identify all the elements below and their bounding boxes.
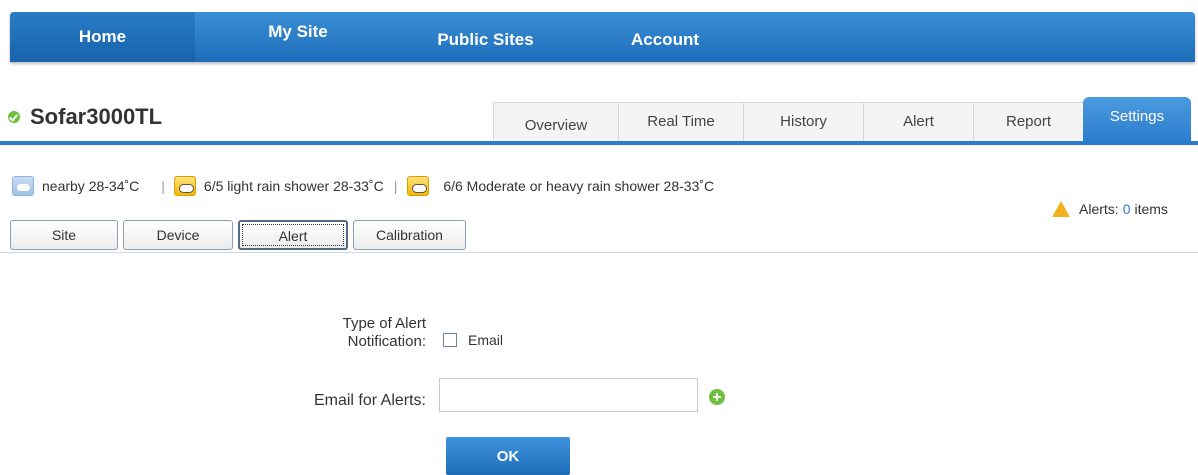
alert-type-label-line2: Notification: [347,333,426,350]
email-for-alerts-label: Email for Alerts: [313,392,426,409]
warning-icon [1052,201,1070,217]
nav-my-site[interactable]: My Site [198,12,398,62]
site-tabs: Overview Real Time History Alert Report … [493,97,1193,143]
weather-separator: | [393,178,398,194]
subtab-calibration[interactable]: Calibration [353,220,466,250]
tab-overview[interactable]: Overview [493,102,618,143]
status-ok-icon [8,111,20,123]
settings-subtabs: Site Device Alert Calibration [10,220,471,250]
weather-separator: | [161,178,165,194]
weather-day2: 6/6 Moderate or heavy rain shower 28-33˚… [443,178,715,194]
tab-real-time[interactable]: Real Time [618,102,743,143]
alerts-label: Alerts: [1079,201,1119,217]
tab-history[interactable]: History [743,102,863,143]
top-navigation-bar: Home My Site Public Sites Account [10,12,1195,62]
alert-type-label: Type of Alert Notification: [300,315,426,351]
ok-button[interactable]: OK [446,437,570,475]
email-checkbox-label[interactable]: Email [468,332,503,348]
email-for-alerts-input[interactable] [439,378,698,412]
add-email-icon[interactable] [709,389,725,405]
alert-settings-panel [0,252,1198,475]
weather-forecast: nearby 28-34˚C | 6/5 light rain shower 2… [12,174,714,198]
subtab-device[interactable]: Device [123,220,233,250]
rain-shower-icon [173,176,196,196]
nav-public-sites[interactable]: Public Sites [403,12,568,62]
email-checkbox[interactable] [443,333,457,347]
tab-settings[interactable]: Settings [1083,97,1191,143]
tab-alert[interactable]: Alert [863,102,973,143]
tabs-divider [0,141,1198,145]
alerts-summary: Alerts: 0 items [1052,201,1168,217]
heavy-rain-icon [407,176,430,196]
subtab-alert[interactable]: Alert [238,220,348,250]
site-header: Sofar3000TL [8,103,162,131]
nav-home[interactable]: Home [10,12,195,62]
site-name: Sofar3000TL [30,104,163,129]
subtab-site[interactable]: Site [10,220,118,250]
nav-account[interactable]: Account [610,12,720,62]
tab-report[interactable]: Report [973,102,1083,143]
weather-nearby: nearby 28-34˚C [42,178,140,194]
alerts-suffix: items [1134,201,1168,217]
cloudy-weather-icon [12,176,34,196]
alerts-count-link[interactable]: 0 [1123,201,1131,217]
alert-type-label-line1: Type of Alert [342,315,426,332]
weather-day1: 6/5 light rain shower 28-33˚C [203,178,384,194]
